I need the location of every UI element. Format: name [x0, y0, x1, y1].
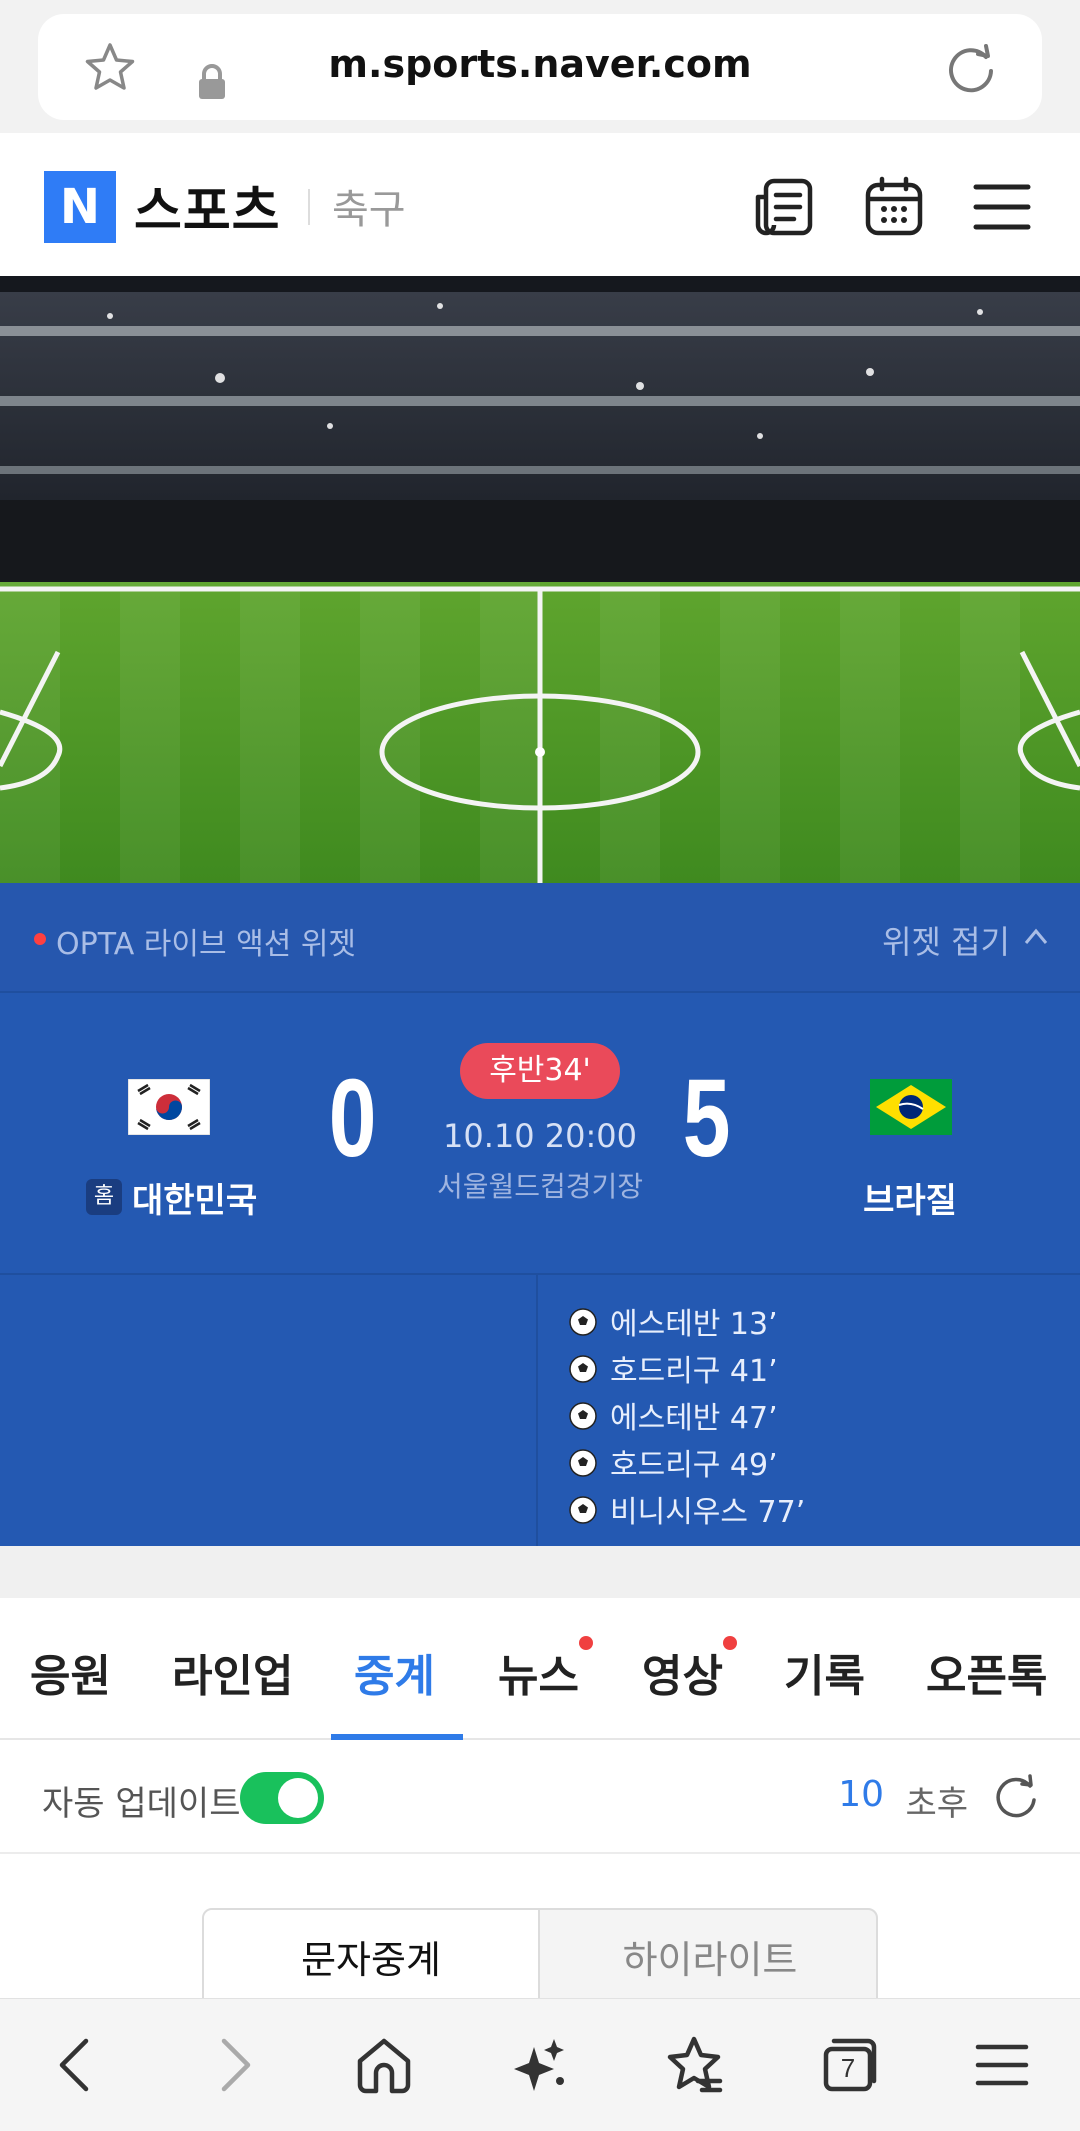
tab-opentalk[interactable]: 오픈톡	[926, 1640, 1047, 1704]
active-tab-indicator	[331, 1734, 463, 1740]
auto-update-label: 자동 업데이트	[42, 1784, 241, 1824]
match-datetime: 10.10 20:00	[443, 1117, 637, 1155]
goal-text: 에스테반 13’	[610, 1307, 778, 1342]
tab-cheer[interactable]: 응원	[30, 1640, 111, 1704]
segment-highlight[interactable]: 하이라이트	[542, 1910, 876, 1998]
countdown-unit: 초후	[905, 1784, 968, 1824]
brazil-flag-icon	[870, 1079, 952, 1135]
auto-update-toggle[interactable]	[240, 1772, 324, 1824]
toggle-knob	[278, 1778, 318, 1818]
category-label[interactable]: 축구	[332, 177, 406, 235]
goal-scorers: 에스테반 13’ 호드리구 41’ 에스테반 47’ 호드리구 49’ 비니시우…	[0, 1273, 1080, 1546]
goal-text: 에스테반 47’	[610, 1401, 778, 1436]
content-segment: 문자중계 하이라이트	[202, 1908, 878, 2000]
home-goals-panel	[0, 1275, 538, 1546]
address-bar[interactable]: m.sports.naver.com	[38, 14, 1042, 120]
refresh-icon[interactable]	[990, 1772, 1042, 1824]
reload-icon[interactable]	[942, 40, 1000, 98]
tab-bar: 응원 라인업 중계 뉴스 영상 기록 오픈톡	[0, 1598, 1080, 1740]
goal-text: 호드리구 41’	[610, 1354, 778, 1389]
away-score: 5	[682, 1057, 731, 1180]
goal-text: 비니시우스 77’	[610, 1495, 806, 1530]
tab-video[interactable]: 영상	[642, 1636, 737, 1704]
match-venue: 서울월드컵경기장	[436, 1170, 644, 1203]
chevron-up-icon[interactable]	[1022, 925, 1050, 947]
widget-fold-button[interactable]: 위젯 접기	[882, 917, 1010, 963]
soccer-ball-icon	[569, 1402, 597, 1430]
home-badge: 홈	[86, 1179, 122, 1215]
page: m.sports.naver.com N 스포츠 축구 OPTA 라이브 액션 …	[0, 0, 1080, 2131]
tab-count: 7	[840, 2053, 856, 2083]
news-icon[interactable]	[752, 175, 816, 239]
tab-broadcast[interactable]: 중계	[354, 1640, 435, 1704]
tab-lineup[interactable]: 라인업	[172, 1640, 293, 1704]
browser-toolbar: m.sports.naver.com	[0, 0, 1080, 133]
new-dot	[578, 1636, 593, 1650]
tab-records[interactable]: 기록	[784, 1640, 865, 1704]
home-team-name[interactable]: 대한민국	[132, 1173, 257, 1222]
naver-logo[interactable]: N	[44, 171, 116, 243]
menu-icon[interactable]	[970, 175, 1034, 239]
soccer-ball-icon	[569, 1355, 597, 1383]
sparkle-icon[interactable]	[508, 2033, 572, 2097]
browser-menu-icon[interactable]	[970, 2033, 1034, 2097]
brand-title[interactable]: 스포츠	[134, 169, 281, 244]
auto-update-row: 자동 업데이트 10 초후	[0, 1742, 1080, 1854]
tab-video-label: 영상	[642, 1651, 723, 1702]
match-scoreboard: 0 후반34' 10.10 20:00 서울월드컵경기장 5 홈 대한민국 브라…	[0, 995, 1080, 1273]
header-divider	[308, 189, 310, 225]
away-team-name[interactable]: 브라질	[810, 1173, 1010, 1222]
live-dot	[34, 933, 46, 945]
tab-news-label: 뉴스	[498, 1651, 579, 1702]
site-header: N 스포츠 축구	[0, 133, 1080, 276]
new-dot	[722, 1636, 737, 1650]
match-widget: OPTA 라이브 액션 위젯 위젯 접기 0 후반34' 10.10 20:00…	[0, 883, 1080, 1546]
soccer-ball-icon	[569, 1308, 597, 1336]
section-divider	[0, 1546, 1080, 1598]
goal-text: 호드리구 49’	[610, 1448, 778, 1483]
tabs-icon[interactable]: 7	[818, 2033, 882, 2097]
browser-bottom-nav: 7	[0, 1998, 1080, 2131]
stadium-hero-image	[0, 276, 1080, 883]
bookmark-icon[interactable]	[662, 2033, 726, 2097]
soccer-ball-icon	[569, 1496, 597, 1524]
back-icon[interactable]	[44, 2033, 108, 2097]
segment-text-broadcast[interactable]: 문자중계	[204, 1910, 540, 1998]
countdown-value: 10	[838, 1774, 884, 1815]
home-icon[interactable]	[352, 2033, 416, 2097]
calendar-icon[interactable]	[862, 175, 926, 239]
url-text[interactable]: m.sports.naver.com	[38, 42, 1042, 86]
soccer-ball-icon	[569, 1449, 597, 1477]
home-score: 0	[328, 1057, 377, 1180]
widget-title: OPTA 라이브 액션 위젯	[56, 927, 357, 962]
match-status-badge: 후반34'	[460, 1043, 620, 1099]
tab-news[interactable]: 뉴스	[498, 1636, 593, 1704]
korea-flag-icon	[128, 1079, 210, 1135]
widget-bar: OPTA 라이브 액션 위젯 위젯 접기	[0, 883, 1080, 993]
forward-icon[interactable]	[202, 2033, 266, 2097]
